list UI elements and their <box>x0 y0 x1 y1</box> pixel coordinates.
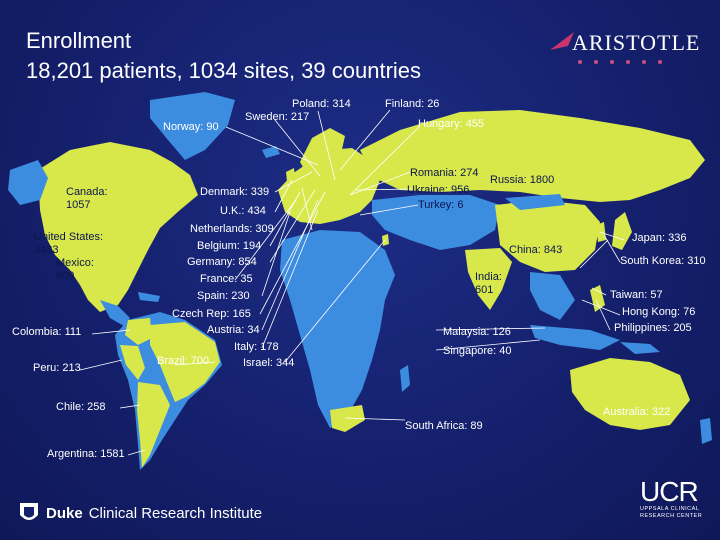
label-sweden: Sweden: 217 <box>245 111 310 123</box>
ucr-subtitle-1: UPPSALA CLINICAL <box>640 506 700 512</box>
north-america-land <box>38 142 198 312</box>
label-mexico: Mexico: 609 <box>56 257 94 283</box>
caribbean <box>138 292 160 302</box>
label-norway: Norway: 90 <box>163 121 219 133</box>
label-poland: Poland: 314 <box>292 98 351 110</box>
label-netherlands: Netherlands: 309 <box>190 223 274 235</box>
label-mexico-text: Mexico: 609 <box>56 257 94 282</box>
label-argentina: Argentina: 1581 <box>47 448 125 460</box>
label-canada-text: Canada: 1057 <box>66 186 108 211</box>
label-denmark: Denmark: 339 <box>200 186 270 198</box>
ucr-subtitle-2: RESEARCH CENTER <box>640 513 703 519</box>
slide-title: Enrollment <box>26 28 132 53</box>
duke-shield-icon <box>20 503 38 520</box>
label-australia: Australia: 322 <box>603 406 671 418</box>
australia <box>570 358 690 430</box>
label-japan: Japan: 336 <box>632 232 687 244</box>
label-united-states-text: United States: 3433 <box>34 231 104 256</box>
label-south-africa: South Africa: 89 <box>405 420 483 432</box>
label-austria: Austria: 34 <box>207 324 260 336</box>
label-israel: Israel: 344 <box>243 357 295 369</box>
label-uk: U.K.: 434 <box>220 205 266 217</box>
new-zealand <box>700 418 712 444</box>
ucr-logo: UCR UPPSALA CLINICAL RESEARCH CENTER <box>640 478 710 528</box>
label-malaysia: Malaysia: 126 <box>443 326 511 338</box>
label-canada: Canada: 1057 <box>66 186 108 212</box>
label-russia: Russia: 1800 <box>490 174 555 186</box>
label-hungary: Hungary: 455 <box>418 118 485 130</box>
label-philippines: Philippines: 205 <box>614 322 692 334</box>
label-taiwan: Taiwan: 57 <box>610 289 663 301</box>
new-guinea <box>620 342 660 354</box>
label-turkey: Turkey: 6 <box>418 199 464 211</box>
africa <box>280 230 395 428</box>
label-ukraine: Ukraine: 956 <box>407 184 470 196</box>
label-italy: Italy: 178 <box>234 341 279 353</box>
label-india: India: 601 <box>475 271 502 297</box>
label-finland: Finland: 26 <box>385 98 440 110</box>
aristotle-dots <box>578 60 662 64</box>
indonesia <box>530 325 620 350</box>
label-germany: Germany: 854 <box>187 256 257 268</box>
label-romania: Romania: 274 <box>410 167 479 179</box>
label-france: France: 35 <box>200 273 253 285</box>
label-hong-kong: Hong Kong: 76 <box>622 306 696 318</box>
aristotle-wordmark: ARISTOTLE <box>572 30 701 55</box>
label-czech: Czech Rep: 165 <box>172 308 251 320</box>
label-singapore: Singapore: 40 <box>443 345 512 357</box>
madagascar <box>400 365 410 392</box>
label-belgium: Belgium: 194 <box>197 240 262 252</box>
label-china: China: 843 <box>509 244 563 256</box>
slide: Enrollment 18,201 patients, 1034 sites, … <box>0 0 720 540</box>
aristotle-logo: ARISTOTLE <box>548 26 708 76</box>
label-india-text: India: 601 <box>475 271 502 296</box>
duke-name: Duke <box>46 504 83 522</box>
label-south-korea: South Korea: 310 <box>620 255 706 267</box>
southeast-asia <box>530 272 575 320</box>
label-chile: Chile: 258 <box>56 401 106 413</box>
japan <box>612 212 632 250</box>
slide-subtitle: 18,201 patients, 1034 sites, 39 countrie… <box>26 58 422 83</box>
duke-logo: Duke Clinical Research Institute <box>18 500 262 526</box>
label-united-states: United States: 3433 <box>34 231 103 257</box>
label-brazil: Brazil: 700 <box>157 355 209 367</box>
israel <box>382 234 389 246</box>
duke-institute-name: Clinical Research Institute <box>88 504 263 522</box>
label-spain: Spain: 230 <box>197 290 250 302</box>
label-colombia: Colombia: 111 <box>12 326 82 338</box>
ucr-wordmark: UCR <box>640 476 699 507</box>
label-peru: Peru: 213 <box>33 362 81 374</box>
